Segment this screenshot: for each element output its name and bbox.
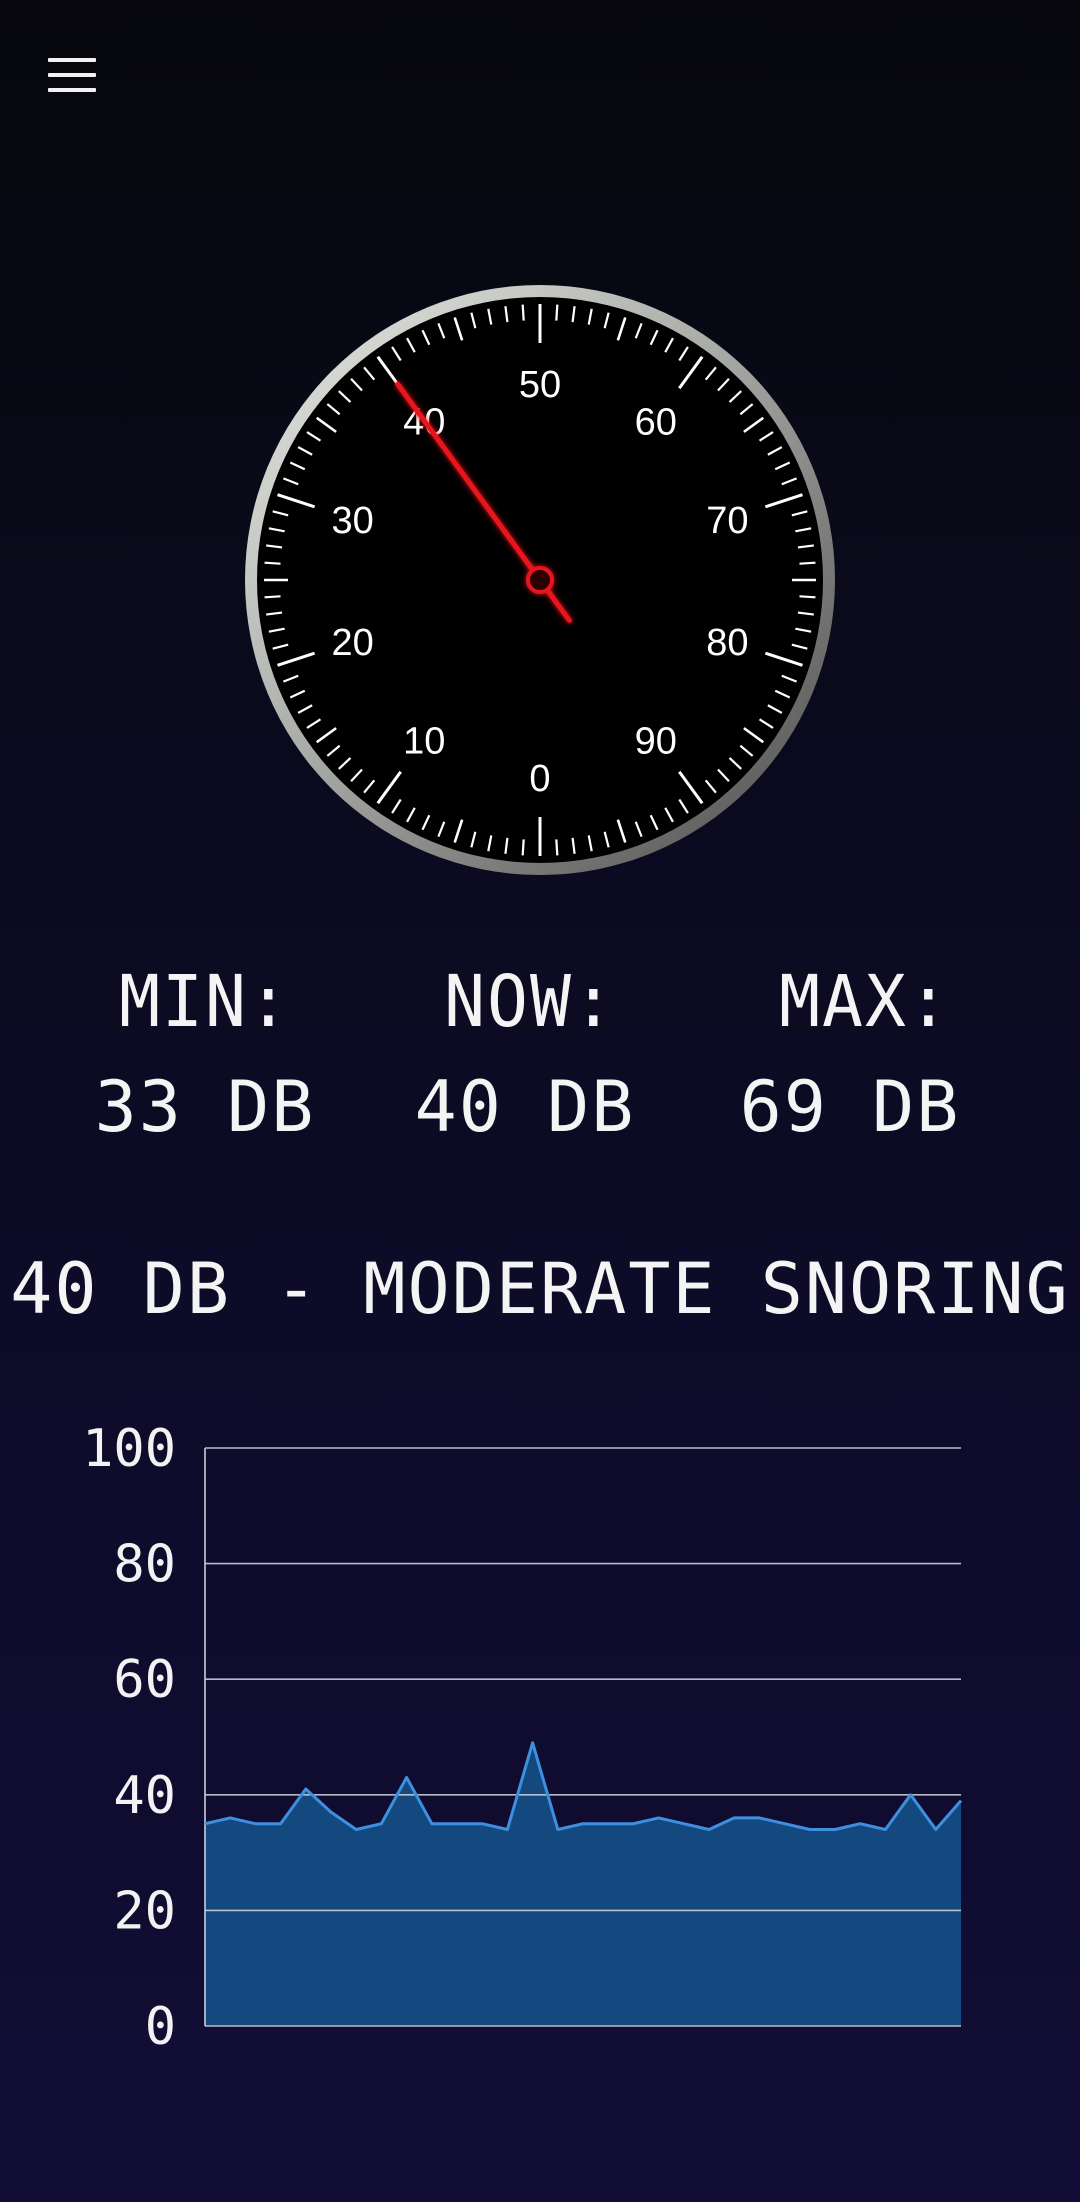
gauge-label: 50 — [519, 364, 561, 406]
now-value: 40 DB — [414, 1066, 636, 1148]
gauge-tick — [521, 839, 525, 856]
chart-y-tick-label: 100 — [82, 1419, 176, 1479]
gauge-label: 60 — [635, 402, 677, 444]
gauge-tick — [555, 839, 559, 856]
gauge-label: 80 — [706, 622, 748, 664]
min-value: 33 DB — [94, 1066, 316, 1148]
gauge-tick — [799, 561, 816, 565]
sound-level-gauge: 0102030405060708090 — [245, 285, 835, 875]
menu-icon-bar — [48, 88, 96, 92]
gauge-label: 70 — [706, 500, 748, 542]
max-value: 69 DB — [739, 1066, 961, 1148]
gauge-tick — [555, 304, 559, 321]
gauge-label: 90 — [635, 720, 677, 762]
chart-y-tick-label: 40 — [113, 1766, 176, 1826]
gauge-label: 30 — [332, 500, 374, 542]
now-label: NOW: — [444, 961, 616, 1044]
chart-area-fill — [205, 1742, 961, 2026]
gauge-tick — [521, 304, 525, 321]
gauge-label: 0 — [529, 758, 550, 800]
chart-y-tick-label: 60 — [113, 1650, 176, 1710]
chart-y-tick-label: 0 — [145, 1997, 176, 2057]
needle-hub — [526, 566, 554, 594]
chart-y-tick-label: 80 — [113, 1535, 176, 1595]
snoring-status: 40 DB - MODERATE SNORING — [10, 1248, 1070, 1330]
menu-button[interactable] — [46, 56, 100, 96]
sound-history-chart: 0 20 40 60 80 100 — [82, 1419, 963, 2057]
gauge-tick — [799, 595, 816, 599]
menu-icon-bar — [48, 73, 96, 77]
max-label: MAX: — [779, 961, 951, 1044]
min-label: MIN: — [119, 961, 291, 1044]
gauge-label: 10 — [403, 720, 445, 762]
gauge-label: 20 — [332, 622, 374, 664]
chart-y-tick-label: 20 — [113, 1881, 176, 1941]
gauge-tick — [264, 561, 281, 565]
gauge-tick — [264, 595, 281, 599]
menu-icon-bar — [48, 58, 96, 62]
